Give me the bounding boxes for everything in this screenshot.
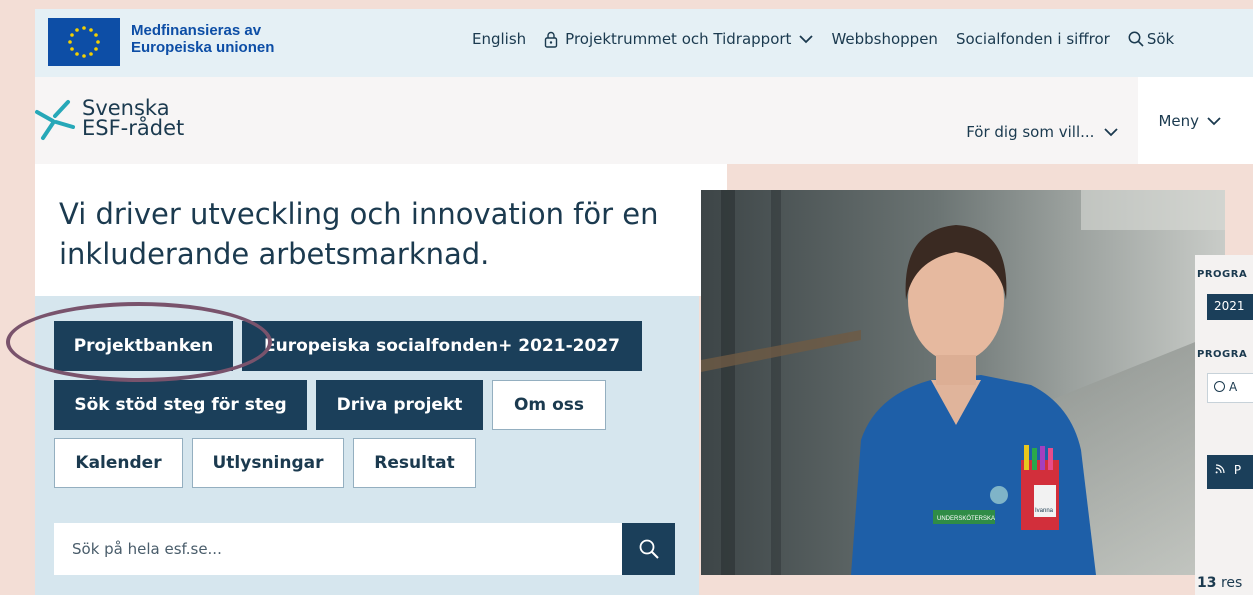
kalender-button[interactable]: Kalender — [54, 438, 183, 488]
webbshoppen-link[interactable]: Webbshoppen — [831, 30, 938, 48]
eu-flag-icon — [48, 18, 120, 66]
photo-badge-text: UNDERSKÖTERSKA — [937, 515, 995, 522]
logo-mark-icon — [35, 100, 75, 140]
english-label: English — [472, 30, 527, 48]
eu-funding-bar: Medfinansieras av Europeiska unionen Eng… — [35, 9, 1253, 77]
lock-icon — [544, 31, 558, 48]
menu-button[interactable]: Meny — [1138, 77, 1253, 164]
eu-funding-line2: Europeiska unionen — [131, 39, 275, 56]
socialfonden-label: Socialfonden i siffror — [955, 30, 1110, 48]
filter-side-panel: PROGRA 2021 PROGRA A P 13 res — [1195, 255, 1253, 595]
program-radio-option[interactable]: A — [1207, 373, 1253, 403]
om-oss-button[interactable]: Om oss — [492, 380, 606, 430]
europeiska-socialfonden-button[interactable]: Europeiska socialfonden+ 2021-2027 — [242, 321, 642, 371]
site-logo[interactable]: Svenska ESF-rådet — [35, 92, 235, 148]
rss-icon — [1215, 463, 1229, 477]
site-search — [54, 523, 675, 575]
sok-stod-button[interactable]: Sök stöd steg för steg — [54, 380, 307, 430]
resultat-button[interactable]: Resultat — [353, 438, 476, 488]
chevron-down-icon — [1104, 123, 1119, 141]
eu-funding-text: Medfinansieras av Europeiska unionen — [131, 22, 274, 56]
eu-funding-line1: Medfinansieras av — [131, 22, 262, 39]
top-search-label: Sök — [1146, 30, 1175, 48]
webbshoppen-label: Webbshoppen — [831, 30, 938, 48]
hero-photo: UNDERSKÖTERSKA Ivanna — [701, 190, 1225, 575]
radio-circle-icon — [1214, 381, 1225, 392]
europeiska-socialfonden-label: Europeiska socialfonden+ 2021-2027 — [264, 336, 620, 356]
logo-line1: Svenska — [82, 96, 170, 120]
results-suffix: res — [1220, 575, 1243, 591]
program-period-chip[interactable]: 2021 — [1207, 294, 1253, 320]
socialfonden-link[interactable]: Socialfonden i siffror — [956, 30, 1110, 48]
site-header: Svenska ESF-rådet För dig som vill... Me… — [35, 77, 1253, 164]
kalender-label: Kalender — [75, 453, 162, 473]
projektbanken-button[interactable]: Projektbanken — [54, 321, 233, 371]
driva-projekt-label: Driva projekt — [336, 395, 463, 415]
projektrummet-label: Projektrummet och Tidrapport — [565, 30, 792, 48]
rss-button[interactable]: P — [1207, 455, 1253, 489]
program-label-1: PROGRA — [1197, 269, 1248, 280]
search-icon — [1128, 31, 1144, 47]
program-label-2: PROGRA — [1197, 349, 1248, 360]
logo-line2: ESF-rådet — [82, 116, 185, 140]
search-icon — [639, 539, 659, 559]
top-navigation: English Projektrummet och Tidrapport Web… — [472, 30, 1253, 48]
driva-projekt-button[interactable]: Driva projekt — [316, 380, 483, 430]
header-navigation: För dig som vill... Meny — [966, 77, 1253, 164]
search-submit-button[interactable] — [622, 523, 675, 575]
search-input[interactable] — [54, 523, 621, 575]
resultat-label: Resultat — [374, 453, 455, 473]
top-search-button[interactable]: Sök — [1128, 30, 1174, 48]
rss-label: P — [1233, 463, 1242, 477]
results-number: 13 — [1197, 575, 1217, 591]
utlysningar-button[interactable]: Utlysningar — [192, 438, 344, 488]
projektbanken-label: Projektbanken — [73, 336, 214, 356]
utlysningar-label: Utlysningar — [212, 453, 324, 473]
chevron-down-icon — [1207, 112, 1221, 130]
chevron-down-icon — [799, 34, 814, 44]
logo-text: Svenska ESF-rådet — [82, 96, 185, 140]
english-link[interactable]: English — [472, 30, 526, 48]
projektrummet-link[interactable]: Projektrummet och Tidrapport — [544, 30, 814, 48]
om-oss-label: Om oss — [513, 395, 584, 415]
radio-option-label: A — [1229, 380, 1238, 394]
menu-label: Meny — [1158, 111, 1199, 130]
for-dig-dropdown[interactable]: För dig som vill... — [966, 112, 1119, 152]
sok-stod-label: Sök stöd steg för steg — [74, 395, 287, 415]
for-dig-label: För dig som vill... — [966, 123, 1095, 141]
hero-title: Vi driver utveckling och innovation för … — [35, 164, 727, 296]
results-count: 13 res — [1197, 575, 1242, 591]
photo-name-tag: Ivanna — [1035, 508, 1054, 514]
